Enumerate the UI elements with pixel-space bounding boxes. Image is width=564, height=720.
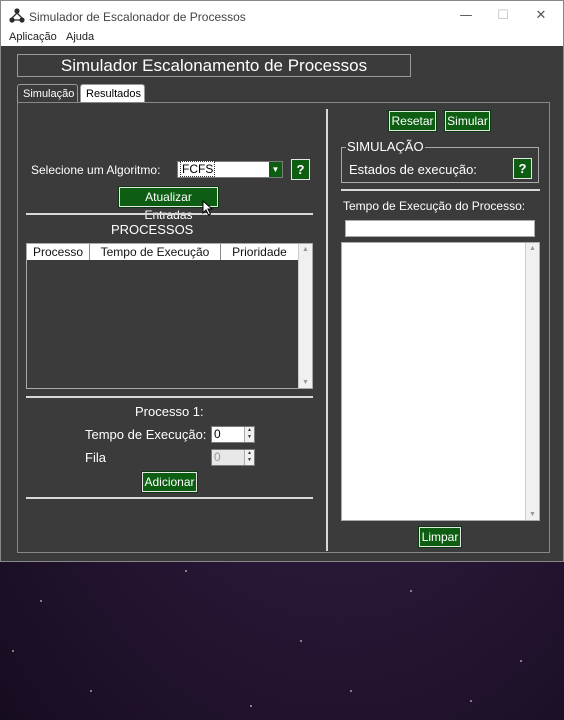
algorithm-value: FCFS xyxy=(180,161,216,177)
states-help-button[interactable]: ? xyxy=(513,158,532,179)
menu-ajuda[interactable]: Ajuda xyxy=(66,31,94,43)
close-button[interactable]: ✕ xyxy=(526,5,556,27)
column-header-tempo[interactable]: Tempo de Execução xyxy=(90,244,221,260)
clear-button[interactable]: Limpar xyxy=(418,526,462,548)
window-title: Simulador de Escalonador de Processos xyxy=(29,10,246,24)
scroll-down-icon[interactable]: ▼ xyxy=(299,379,312,386)
exec-time-spinner[interactable]: 0 ▲ ▼ xyxy=(211,426,255,443)
algorithm-help-button[interactable]: ? xyxy=(291,159,310,180)
process-heading: Processo 1: xyxy=(135,404,204,419)
queue-spinner[interactable]: 0 ▲ ▼ xyxy=(211,449,255,466)
app-title: Simulador Escalonamento de Processos xyxy=(17,54,411,77)
simulation-group-title: SIMULAÇÃO xyxy=(346,139,425,154)
tab-simulacao[interactable]: Simulação xyxy=(17,84,78,103)
exec-time-label: Tempo de Execução: xyxy=(85,427,207,442)
mouse-pointer-icon xyxy=(202,200,214,216)
app-window: Simulador de Escalonador de Processos — … xyxy=(0,0,564,562)
minimize-button[interactable]: — xyxy=(451,5,481,27)
table-header: Processo Tempo de Execução Prioridade xyxy=(27,244,299,260)
scroll-up-icon[interactable]: ▲ xyxy=(299,246,312,253)
scroll-up-icon[interactable]: ▲ xyxy=(526,245,539,252)
algorithm-label: Selecione um Algoritmo: xyxy=(31,163,161,177)
process-table[interactable]: Processo Tempo de Execução Prioridade ▲ … xyxy=(26,243,313,389)
column-header-processo[interactable]: Processo xyxy=(27,244,90,260)
reset-button[interactable]: Resetar xyxy=(388,110,437,132)
simulation-output-area[interactable]: ▲ ▼ xyxy=(341,242,540,521)
spin-up-icon[interactable]: ▲ xyxy=(245,427,254,434)
exec-time-value: 0 xyxy=(214,427,221,441)
queue-value: 0 xyxy=(214,450,221,464)
add-process-button[interactable]: Adicionar xyxy=(141,471,198,493)
spin-down-icon[interactable]: ▼ xyxy=(245,434,254,441)
vertical-divider xyxy=(326,109,328,551)
chevron-down-icon[interactable]: ▼ xyxy=(269,162,282,177)
title-bar[interactable]: Simulador de Escalonador de Processos — … xyxy=(1,1,563,31)
table-scrollbar[interactable]: ▲ ▼ xyxy=(298,244,312,388)
spin-down-icon[interactable]: ▼ xyxy=(245,457,254,464)
column-header-prioridade[interactable]: Prioridade xyxy=(221,244,299,260)
execution-states-label: Estados de execução: xyxy=(349,162,477,177)
tab-resultados[interactable]: Resultados xyxy=(80,84,145,103)
output-scrollbar[interactable]: ▲ ▼ xyxy=(525,243,539,520)
process-scheduler-icon xyxy=(9,8,25,23)
divider xyxy=(26,497,313,499)
spin-up-icon[interactable]: ▲ xyxy=(245,450,254,457)
exec-time-heading: Tempo de Execução do Processo: xyxy=(343,199,526,213)
scroll-down-icon[interactable]: ▼ xyxy=(526,511,539,518)
question-mark-icon: ? xyxy=(296,162,305,177)
exec-time-output[interactable] xyxy=(345,220,535,237)
menu-bar: Aplicação Ajuda xyxy=(1,31,563,46)
divider xyxy=(26,396,313,398)
divider xyxy=(341,189,540,191)
simulate-button[interactable]: Simular xyxy=(444,110,491,132)
queue-label: Fila xyxy=(85,450,106,465)
divider xyxy=(26,213,313,215)
menu-aplicacao[interactable]: Aplicação xyxy=(9,31,57,43)
question-mark-icon: ? xyxy=(518,161,527,176)
algorithm-select[interactable]: FCFS ▼ xyxy=(177,161,283,178)
processes-heading: PROCESSOS xyxy=(111,222,194,237)
maximize-button[interactable]: ☐ xyxy=(488,5,518,27)
